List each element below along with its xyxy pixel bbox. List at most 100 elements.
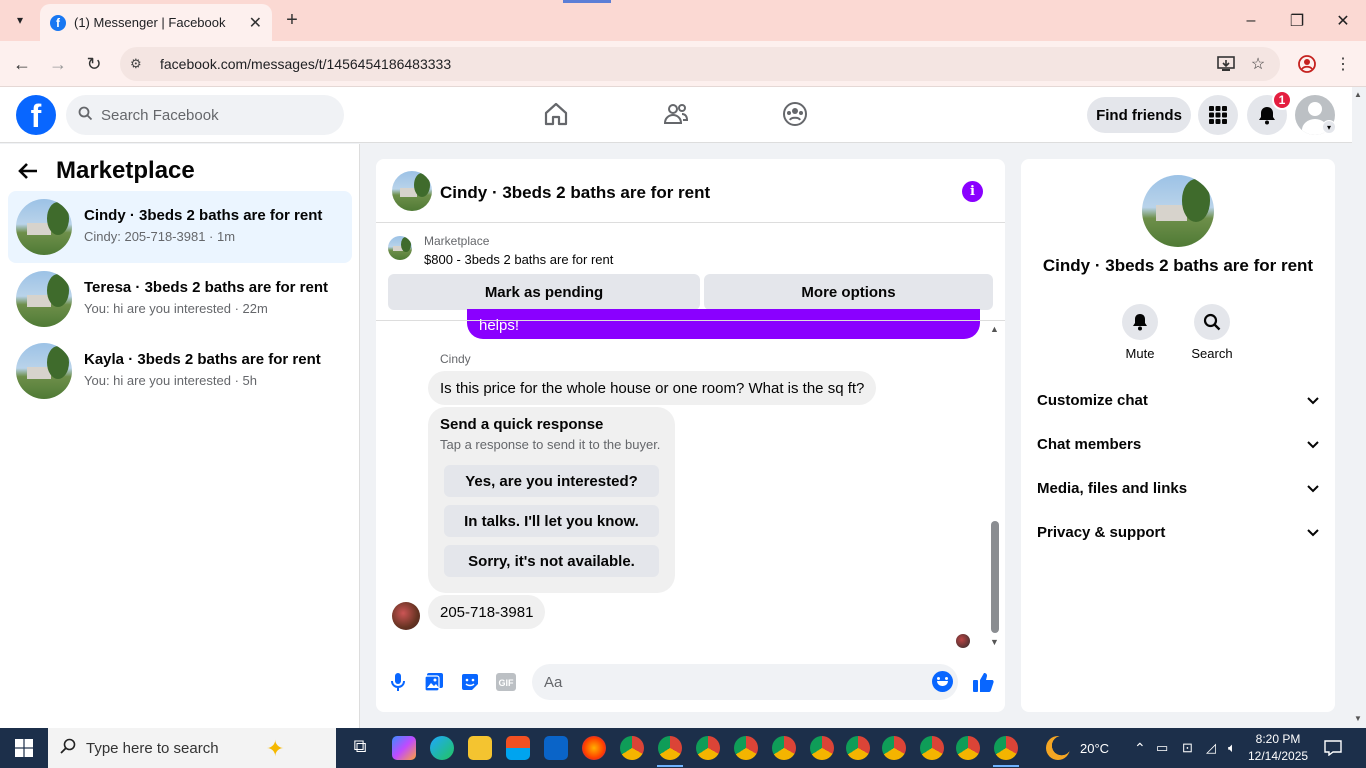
chrome-profile-icon[interactable] [882, 736, 906, 760]
photo-icon[interactable] [422, 670, 446, 694]
address-bar[interactable]: ⚙ facebook.com/messages/t/14564541864833… [120, 47, 1280, 81]
scroll-up-icon[interactable]: ▲ [1354, 90, 1362, 99]
new-tab-button[interactable]: + [280, 8, 304, 32]
browser-menu-icon[interactable]: ⋮ [1332, 53, 1354, 75]
contact-name: Cindy · 3beds 2 baths are for rent [1042, 256, 1314, 275]
scroll-down-icon[interactable]: ▼ [1354, 714, 1362, 723]
tab-search-dropdown[interactable]: ▾ [6, 6, 34, 34]
restore-button[interactable]: ❐ [1274, 0, 1320, 41]
message-input[interactable]: Aa [532, 664, 958, 700]
message-input-placeholder: Aa [544, 673, 563, 691]
chrome-profile-icon[interactable] [772, 736, 796, 760]
chrome-profile-icon[interactable] [734, 736, 758, 760]
info-icon[interactable]: i [962, 181, 983, 202]
chrome-profile-icon[interactable] [920, 736, 944, 760]
notification-center-icon[interactable] [1324, 728, 1342, 768]
chevron-down-icon [1307, 480, 1319, 497]
install-app-icon[interactable] [1215, 53, 1237, 75]
taskbar-search-input[interactable]: Type here to search ✦ [48, 728, 336, 768]
chrome-active-icon[interactable] [994, 736, 1018, 760]
home-icon[interactable] [541, 99, 571, 129]
more-options-button[interactable]: More options [704, 274, 993, 310]
sender-name: Cindy [440, 352, 471, 366]
system-clock[interactable]: 8:20 PM 12/14/2025 [1248, 731, 1308, 765]
outlook-icon[interactable] [544, 736, 568, 760]
task-view-icon[interactable]: ⧉ [348, 736, 372, 760]
close-window-button[interactable]: ✕ [1320, 0, 1366, 41]
microphone-icon[interactable] [386, 670, 410, 694]
copilot-icon[interactable] [392, 736, 416, 760]
notification-badge: 1 [1272, 90, 1292, 110]
show-hidden-icons[interactable]: ⌃ [1134, 728, 1146, 768]
svg-text:GIF: GIF [499, 678, 515, 688]
back-button[interactable]: ← [8, 51, 36, 77]
media-files-links-section[interactable]: Media, files and links [1037, 468, 1319, 508]
chevron-down-icon [1307, 524, 1319, 541]
emoji-icon[interactable] [932, 671, 953, 692]
volume-icon[interactable]: 🔈︎ [1228, 728, 1236, 768]
site-info-icon[interactable]: ⚙ [130, 56, 152, 72]
groups-icon[interactable] [780, 99, 810, 129]
search-icon [1194, 304, 1230, 340]
menu-grid-button[interactable] [1198, 95, 1238, 135]
quick-response-button[interactable]: In talks. I'll let you know. [444, 505, 659, 537]
chat-members-section[interactable]: Chat members [1037, 424, 1319, 464]
quick-response-button[interactable]: Yes, are you interested? [444, 465, 659, 497]
weather-widget[interactable]: 20°C [1046, 728, 1109, 768]
listing-title[interactable]: $800 - 3beds 2 baths are for rent [424, 252, 613, 267]
windows-start-icon[interactable] [0, 728, 48, 768]
forward-button[interactable]: → [44, 51, 72, 77]
battery-icon[interactable]: ▭ [1156, 728, 1168, 768]
customize-chat-section[interactable]: Customize chat [1037, 380, 1319, 420]
browser-tab[interactable]: f (1) Messenger | Facebook ✕ [40, 4, 272, 41]
chat-scrollbar-thumb[interactable] [991, 521, 999, 633]
contact-avatar[interactable] [1142, 175, 1214, 247]
chrome-profile-icon[interactable] [846, 736, 870, 760]
back-arrow-icon[interactable] [18, 160, 38, 186]
sender-avatar[interactable] [392, 602, 420, 630]
quick-response-subtitle: Tap a response to send it to the buyer. [440, 437, 661, 452]
firefox-icon[interactable] [582, 736, 606, 760]
reload-button[interactable]: ↻ [80, 51, 108, 77]
outgoing-message-bubble: helps! [467, 309, 980, 339]
mute-button[interactable]: Mute [1110, 304, 1170, 361]
listing-thumbnail[interactable] [388, 236, 412, 260]
store-icon[interactable] [506, 736, 530, 760]
account-chevron-icon[interactable]: ▾ [1322, 120, 1336, 134]
bell-icon [1259, 107, 1275, 125]
gif-icon[interactable]: GIF [494, 670, 518, 694]
chrome-icon[interactable] [620, 736, 644, 760]
facebook-search-input[interactable]: Search Facebook [66, 95, 344, 135]
privacy-support-section[interactable]: Privacy & support [1037, 512, 1319, 552]
minimize-button[interactable]: – [1228, 0, 1274, 41]
search-in-conversation-button[interactable]: Search [1182, 304, 1242, 361]
network-icon[interactable]: ◿ [1206, 728, 1216, 768]
conversation-item[interactable]: Teresa · 3beds 2 baths are for rent You:… [8, 263, 352, 335]
close-tab-icon[interactable]: ✕ [249, 13, 262, 33]
sticker-icon[interactable] [458, 670, 482, 694]
conversation-item[interactable]: Cindy · 3beds 2 baths are for rent Cindy… [8, 191, 352, 263]
find-friends-button[interactable]: Find friends [1087, 97, 1191, 133]
chat-scroll-down-icon[interactable]: ▼ [990, 637, 999, 647]
like-thumb-icon[interactable] [971, 670, 995, 694]
chrome-profile-icon[interactable] [658, 736, 682, 760]
section-label: Chat members [1037, 435, 1142, 453]
quick-response-button[interactable]: Sorry, it's not available. [444, 545, 659, 577]
mark-as-pending-button[interactable]: Mark as pending [388, 274, 700, 310]
friends-icon[interactable] [661, 99, 691, 129]
chat-avatar[interactable] [392, 171, 432, 211]
file-explorer-icon[interactable] [468, 736, 492, 760]
chat-title[interactable]: Cindy · 3beds 2 baths are for rent [440, 183, 710, 203]
page-scrollbar[interactable] [1352, 87, 1366, 728]
chevron-down-icon [1307, 392, 1319, 409]
facebook-logo-icon[interactable]: f [16, 95, 56, 135]
bookmark-star-icon[interactable]: ☆ [1247, 53, 1269, 75]
chat-scroll-up-icon[interactable]: ▲ [990, 324, 999, 334]
display-icon[interactable]: ⊡ [1182, 728, 1193, 768]
chrome-profile-icon[interactable] [696, 736, 720, 760]
chrome-profile-icon[interactable] [810, 736, 834, 760]
profile-icon[interactable] [1296, 53, 1318, 75]
chrome-profile-icon[interactable] [956, 736, 980, 760]
edge-icon[interactable] [430, 736, 454, 760]
conversation-item[interactable]: Kayla · 3beds 2 baths are for rent You: … [8, 335, 352, 407]
